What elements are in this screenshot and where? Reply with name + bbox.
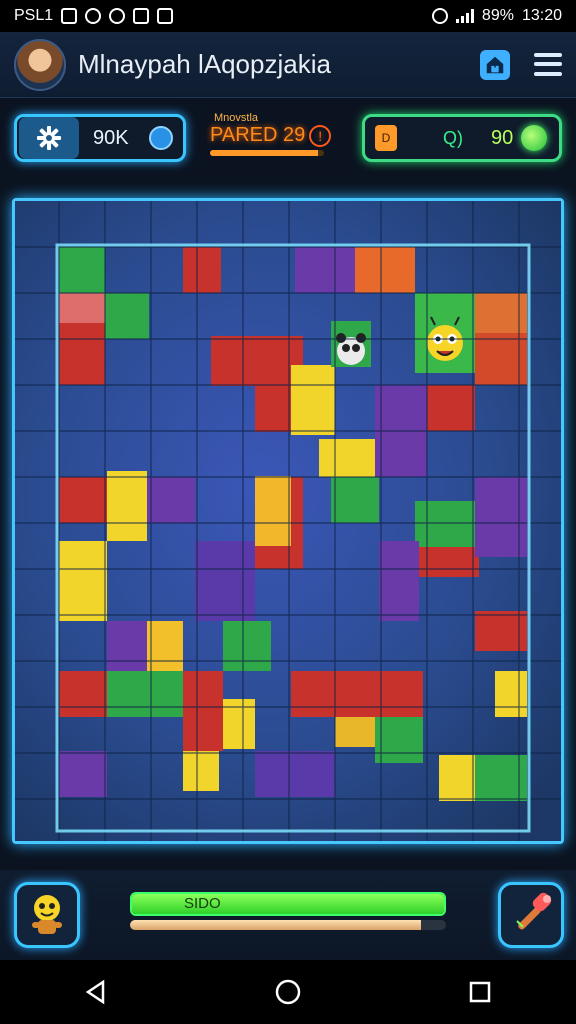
hammer-button[interactable] — [498, 882, 564, 948]
recent-apps-icon — [470, 981, 491, 1003]
menu-button[interactable] — [534, 51, 562, 79]
status-right: 89% 13:20 — [431, 7, 562, 25]
coins-panel[interactable]: 90K — [14, 114, 186, 162]
bottom-bar: SIDO — [0, 870, 576, 960]
score-value: 90 — [491, 126, 514, 149]
level-label: PARED 29 — [210, 124, 306, 146]
battery-label: 89% — [481, 7, 514, 24]
puzzle-board-grid[interactable] — [15, 201, 561, 841]
home-icon — [486, 56, 504, 73]
bee-character-icon — [32, 895, 62, 934]
home-button[interactable] — [480, 49, 510, 80]
avatar[interactable] — [14, 38, 66, 91]
progress-area: SIDO — [130, 892, 446, 930]
carrier-label: PSL1 — [14, 7, 54, 24]
progress-label: SIDO — [184, 895, 221, 912]
status-left: PSL1 — [14, 7, 174, 25]
gear-icon — [37, 126, 61, 150]
coins-value: 90K — [93, 126, 129, 149]
app-title: Mlnaypah lAqopzjakia — [78, 49, 331, 79]
back-button[interactable] — [83, 979, 109, 1005]
gear-button[interactable] — [19, 117, 79, 159]
gem-icon — [521, 125, 548, 151]
home-nav-button[interactable] — [274, 978, 302, 1006]
progress-fill — [132, 894, 444, 914]
back-triangle-icon — [85, 979, 104, 1005]
recent-apps-button[interactable] — [467, 979, 493, 1005]
info-icon[interactable] — [149, 126, 173, 150]
progress-bar: SIDO — [130, 892, 446, 916]
level-progress-bar — [210, 150, 324, 156]
hud: 90K Mnovstla PARED 29 ! D Q) 90 — [0, 110, 576, 170]
level-sublabel: Mnovstla — [214, 112, 259, 124]
score-panel[interactable]: D Q) 90 — [362, 114, 562, 162]
circle-icon — [85, 8, 102, 24]
alarm-icon — [431, 8, 448, 24]
level-label-row: PARED 29 ! — [210, 124, 342, 147]
secondary-progress-bar — [130, 920, 446, 930]
clock: 13:20 — [521, 7, 562, 24]
signal-icon — [455, 9, 474, 23]
puzzle-board[interactable] — [12, 198, 564, 844]
notification-icon — [61, 8, 78, 24]
status-bar: PSL1 89% 13:20 — [0, 0, 576, 32]
secondary-progress-fill — [130, 920, 421, 930]
hamburger-menu-icon — [534, 53, 562, 58]
character-button[interactable] — [14, 882, 80, 948]
app-icon — [133, 8, 150, 24]
settings-icon — [109, 8, 126, 24]
score-tag: D — [375, 125, 397, 151]
panda-character-icon — [336, 333, 366, 365]
home-circle-icon — [275, 979, 301, 1005]
level-progress-fill — [210, 150, 319, 156]
system-nav-bar — [0, 960, 576, 1024]
app-header: Mlnaypah lAqopzjakia — [0, 32, 576, 98]
score-secondary: Q) — [443, 127, 463, 148]
image-icon — [157, 8, 174, 24]
level-panel: Mnovstla PARED 29 ! — [210, 112, 342, 168]
hammer-icon — [516, 892, 552, 930]
warning-icon: ! — [309, 124, 332, 147]
